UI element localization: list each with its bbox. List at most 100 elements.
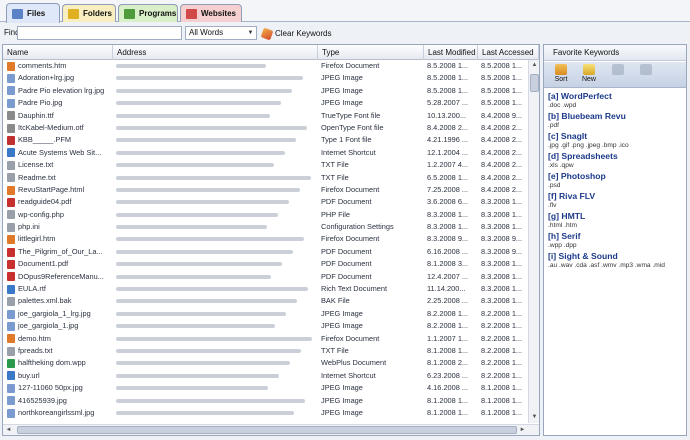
table-row[interactable]: The_Pilgrim_of_Our_La... PDF Document 6.16… [3, 246, 529, 258]
table-row[interactable]: RevuStartPage.html Firefox Document 7.25.2… [3, 184, 529, 196]
keyword-item[interactable]: [b] Bluebeam Revu .pdf [548, 111, 684, 130]
table-row[interactable]: halftheking dom.wpp WebPlus Document 8.1.2… [3, 357, 529, 369]
table-row[interactable]: 416525939.jpg JPEG Image 8.1.2008 1... 8.1.… [3, 395, 529, 407]
column-last-modified[interactable]: Last Modified [424, 45, 478, 60]
file-type: JPEG Image [321, 383, 363, 393]
keyword-item[interactable]: [f] Riva FLV .flv [548, 191, 684, 210]
table-row[interactable]: Adoration+lrg.jpg JPEG Image 8.5.2008 1...… [3, 72, 529, 84]
keyword-name: [f] Riva FLV [548, 191, 596, 201]
file-type: PDF Document [321, 197, 372, 207]
file-address-redacted [116, 97, 316, 109]
file-last-accessed: 8.1.2008 1... [481, 395, 523, 405]
file-name-cell: readguide04.pdf [7, 196, 111, 208]
keyword-item[interactable]: [g] HMTL .html .htm [548, 211, 684, 230]
table-row[interactable]: joe_gargiola_1.jpg JPEG Image 8.2.2008 1..… [3, 320, 529, 332]
table-row[interactable]: Dauphin.ttf TrueType Font file 10.13.200..… [3, 110, 529, 122]
file-type-icon [7, 408, 15, 418]
file-list: Name Address Type Last Modified Last Acc… [2, 44, 540, 436]
table-row[interactable]: palettes.xml.bak BAK File 2.25.2008 ... 8.3… [3, 295, 529, 307]
file-type: PHP File [321, 209, 351, 219]
table-row[interactable]: EULA.rtf Rich Text Document 11.14.200... 8.… [3, 283, 529, 295]
tab-label: Websites [201, 9, 236, 18]
table-row[interactable]: Padre Pio.jpg JPEG Image 5.28.2007 ... 8.5.… [3, 97, 529, 109]
table-row[interactable]: demo.htm Firefox Document 1.1.2007 1... 8.2… [3, 333, 529, 345]
tab-label: Folders [83, 9, 112, 18]
clear-keywords-button[interactable]: Clear Keywords [260, 27, 331, 40]
find-input[interactable] [17, 26, 182, 40]
file-type: Configuration Settings [321, 222, 394, 232]
table-row[interactable]: northkoreangirlssml.jpg JPEG Image 8.1.200… [3, 407, 529, 419]
file-name: comments.htm [18, 61, 67, 70]
scroll-thumb[interactable] [530, 74, 539, 92]
file-type: Internet Shortcut [321, 147, 376, 157]
table-row[interactable]: readguide04.pdf PDF Document 3.6.2008 6...… [3, 196, 529, 208]
table-row[interactable]: wp-config.php PHP File 8.3.2008 1... 8.3.20… [3, 209, 529, 221]
keyword-item[interactable]: [d] Spreadsheets .xls .qpw [548, 151, 684, 170]
tab-files[interactable]: Files [6, 3, 60, 23]
tab-label: Programs [139, 9, 177, 18]
scroll-thumb-horizontal[interactable] [17, 426, 517, 434]
scroll-up-icon[interactable]: ▲ [530, 61, 539, 70]
tab-websites[interactable]: Websites [180, 4, 242, 22]
file-name: demo.htm [18, 333, 51, 343]
edit-keyword-button[interactable] [606, 64, 630, 86]
file-type-icon [7, 148, 15, 158]
file-last-accessed: 8.2.2008 1... [481, 333, 523, 343]
file-last-accessed: 8.2.2008 1... [481, 358, 523, 368]
match-mode-select[interactable]: All Words ▼ [185, 26, 257, 40]
table-row[interactable]: littlegirl.htm Firefox Document 8.3.2008 9… [3, 233, 529, 245]
table-row[interactable]: buy.url Internet Shortcut 6.23.2008 ... 8.2… [3, 370, 529, 382]
column-name[interactable]: Name [3, 45, 113, 60]
file-last-accessed: 8.4.2008 2... [481, 172, 523, 182]
vertical-scrollbar[interactable]: ▲ ▼ [528, 60, 539, 423]
table-row[interactable]: DOpus9ReferenceManu... PDF Document 12.4.2… [3, 271, 529, 283]
file-name: wp-config.php [18, 209, 65, 219]
column-type[interactable]: Type [318, 45, 424, 60]
delete-keyword-button[interactable] [634, 64, 658, 86]
table-row[interactable]: Padre Pio elevation lrg.jpg JPEG Image 8.5… [3, 85, 529, 97]
scroll-right-icon[interactable]: ► [518, 426, 527, 435]
column-header-row: Name Address Type Last Modified Last Acc… [3, 45, 539, 60]
file-name: DOpus9ReferenceManu... [18, 271, 104, 281]
table-row[interactable]: comments.htm Firefox Document 8.5.2008 1..… [3, 60, 529, 72]
files-icon [12, 8, 23, 19]
table-row[interactable]: KBB_____.PFM Type 1 Font file 4.21.1996 ..… [3, 134, 529, 146]
horizontal-scrollbar[interactable]: ◄ ► [3, 424, 539, 435]
file-type-icon [7, 74, 15, 84]
table-row[interactable]: ItcKabel-Medium.otf OpenType Font file 8.4… [3, 122, 529, 134]
file-address-redacted [116, 370, 316, 382]
file-address-redacted [116, 271, 316, 283]
column-address[interactable]: Address [113, 45, 318, 60]
file-last-accessed: 8.1.2008 1... [481, 407, 523, 417]
scroll-left-icon[interactable]: ◄ [4, 426, 13, 435]
table-row[interactable]: Readme.txt TXT File 6.5.2008 1... 8.4.2008 … [3, 172, 529, 184]
scroll-down-icon[interactable]: ▼ [530, 413, 539, 422]
chevron-down-icon: ▼ [247, 30, 254, 36]
column-last-accessed[interactable]: Last Accessed [478, 45, 539, 60]
table-row[interactable]: 127-11060 50px.jpg JPEG Image 4.16.2008 ..… [3, 382, 529, 394]
table-row[interactable]: Document1.pdf PDF Document 8.1.2008 3... 8.… [3, 258, 529, 270]
file-name: Padre Pio elevation lrg.jpg [18, 85, 105, 95]
sort-button[interactable]: Sort [549, 64, 573, 86]
file-name-cell: comments.htm [7, 60, 111, 72]
table-row[interactable]: License.txt TXT File 1.2.2007 4... 8.4.2008… [3, 159, 529, 171]
file-last-modified: 6.5.2008 1... [427, 172, 469, 182]
tab-folders[interactable]: Folders [62, 4, 116, 22]
new-keyword-button[interactable]: New [577, 64, 601, 86]
file-address-redacted [116, 60, 316, 72]
keyword-item[interactable]: [a] WordPerfect .doc .wpd [548, 91, 684, 110]
table-row[interactable]: php.ini Configuration Settings 8.3.2008 1.… [3, 221, 529, 233]
keyword-item[interactable]: [e] Photoshop .psd [548, 171, 684, 190]
tab-programs[interactable]: Programs [118, 4, 178, 22]
keyword-item[interactable]: [i] Sight & Sound .au .wav .cda .asf .wmv… [548, 251, 684, 270]
file-address-redacted [116, 110, 316, 122]
table-row[interactable]: joe_gargiola_1_lrg.jpg JPEG Image 8.2.2008… [3, 308, 529, 320]
table-row[interactable]: Acute Systems Web Sit... Internet Shortcu… [3, 147, 529, 159]
file-type: JPEG Image [321, 98, 363, 108]
file-last-modified: 8.5.2008 1... [427, 85, 469, 95]
file-name-cell: 127-11060 50px.jpg [7, 382, 111, 394]
edit-icon [612, 64, 624, 75]
keyword-item[interactable]: [h] Serif .wpp .dpp [548, 231, 684, 250]
keyword-item[interactable]: [c] SnagIt .jpg .gif .png .jpeg .bmp .ico [548, 131, 684, 150]
table-row[interactable]: fpreads.txt TXT File 8.1.2008 1... 8.2.2008… [3, 345, 529, 357]
